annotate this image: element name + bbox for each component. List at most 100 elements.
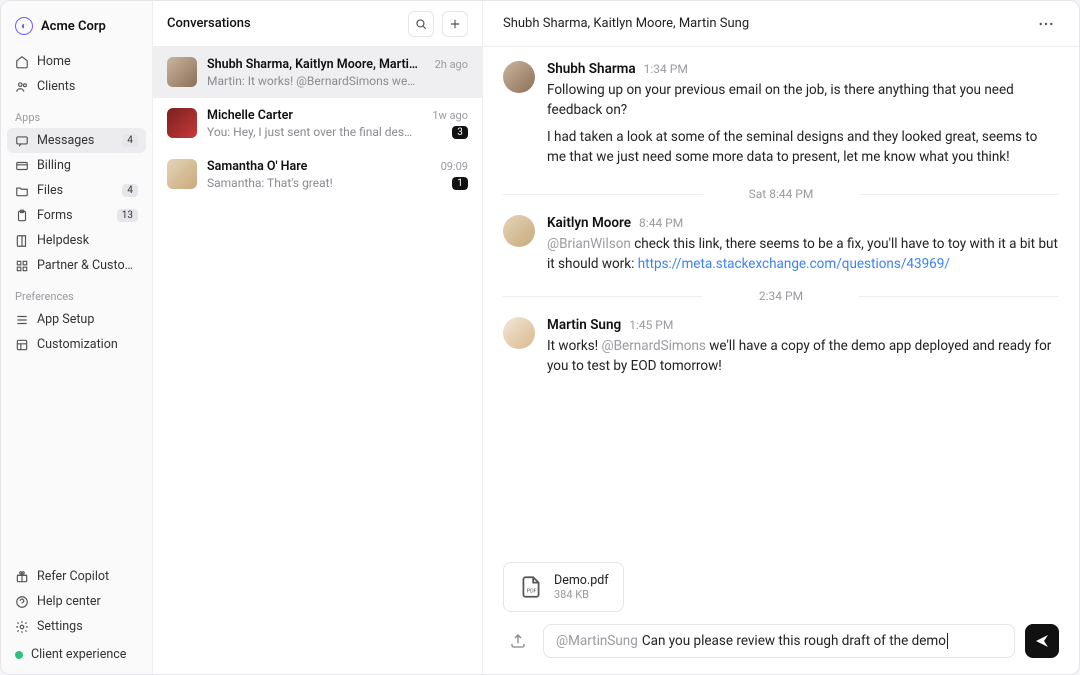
avatar xyxy=(167,159,197,189)
composer: @MartinSung Can you please review this r… xyxy=(503,624,1059,658)
conversation-time: 09:09 xyxy=(441,160,468,173)
clipboard-icon xyxy=(15,209,29,223)
link[interactable]: https://meta.stackexchange.com/questions… xyxy=(638,256,950,272)
conversation-time: 2h ago xyxy=(435,58,468,71)
book-icon xyxy=(15,234,29,248)
sidebar-item-label: Forms xyxy=(37,208,109,223)
status-pill[interactable]: Client experience xyxy=(7,639,146,664)
help-icon xyxy=(15,595,29,609)
chat-header: Shubh Sharma, Kaitlyn Moore, Martin Sung xyxy=(483,1,1079,47)
conversation-item[interactable]: Michelle Carter 1w ago You: Hey, I just … xyxy=(153,98,482,149)
brand[interactable]: ◐ Acme Corp xyxy=(7,11,146,49)
sidebar-item-label: Partner & Custom Apps xyxy=(37,258,138,273)
caret-icon xyxy=(947,633,948,649)
conversation-name: Shubh Sharma, Kaitlyn Moore, Marti… xyxy=(207,57,429,72)
avatar xyxy=(503,215,535,247)
upload-button[interactable] xyxy=(503,626,533,656)
unread-badge: 1 xyxy=(452,177,468,190)
attachment-name: Demo.pdf xyxy=(554,573,609,588)
sidebar-item-label: Refer Copilot xyxy=(37,569,109,584)
avatar xyxy=(503,317,535,349)
brand-logo-icon: ◐ xyxy=(15,17,33,35)
sidebar-item-label: Clients xyxy=(37,79,138,94)
sidebar-item-helpdesk[interactable]: Helpdesk xyxy=(7,228,146,253)
conversation-item[interactable]: Samantha O' Hare 09:09 Samantha: That's … xyxy=(153,149,482,200)
message-time: 1:34 PM xyxy=(644,62,688,76)
sidebar-item-help[interactable]: Help center xyxy=(7,589,146,614)
unread-badge: 3 xyxy=(452,126,468,139)
home-icon xyxy=(15,55,29,69)
avatar xyxy=(167,57,197,87)
mention[interactable]: @BernardSimons xyxy=(602,338,706,354)
message-time: 8:44 PM xyxy=(639,216,683,230)
file-pdf-icon: PDF xyxy=(518,574,544,600)
mention[interactable]: @BrianWilson xyxy=(547,236,631,252)
conversation-item[interactable]: Shubh Sharma, Kaitlyn Moore, Marti… 2h a… xyxy=(153,47,482,98)
gear-icon xyxy=(15,620,29,634)
message: Shubh Sharma 1:34 PM Following up on you… xyxy=(503,61,1059,173)
send-button[interactable] xyxy=(1025,624,1059,658)
message: Martin Sung 1:45 PM It works! @BernardSi… xyxy=(503,317,1059,377)
conversations-column: Conversations Shubh Sharma, Kaitlyn Moor… xyxy=(153,1,483,674)
message-author: Shubh Sharma xyxy=(547,61,636,77)
sidebar-item-label: Settings xyxy=(37,619,83,634)
more-button[interactable] xyxy=(1033,11,1059,37)
section-label-apps: Apps xyxy=(7,99,146,128)
svg-text:PDF: PDF xyxy=(527,588,537,594)
message: Kaitlyn Moore 8:44 PM @BrianWilson check… xyxy=(503,215,1059,275)
sidebar-item-messages[interactable]: Messages 4 xyxy=(7,128,146,153)
time-divider: Sat 8:44 PM xyxy=(503,187,1059,201)
sidebar-item-customization[interactable]: Customization xyxy=(7,332,146,357)
mention: @MartinSung xyxy=(556,633,638,649)
sidebar-item-home[interactable]: Home xyxy=(7,49,146,74)
message-author: Martin Sung xyxy=(547,317,621,333)
sidebar-item-forms[interactable]: Forms 13 xyxy=(7,203,146,228)
sidebar-item-settings[interactable]: Settings xyxy=(7,614,146,639)
chat-body: Shubh Sharma 1:34 PM Following up on you… xyxy=(483,47,1079,562)
attachment-card[interactable]: PDF Demo.pdf 384 KB xyxy=(503,562,624,612)
message-text: It works! @BernardSimons we'll have a co… xyxy=(547,336,1059,377)
send-icon xyxy=(1034,633,1050,649)
layout-icon xyxy=(15,338,29,352)
chat-icon xyxy=(15,134,29,148)
sidebar-item-partner[interactable]: Partner & Custom Apps xyxy=(7,253,146,278)
sidebar-item-files[interactable]: Files 4 xyxy=(7,178,146,203)
gift-icon xyxy=(15,570,29,584)
conversation-preview: Martin: It works! @BernardSimons we… xyxy=(207,74,468,88)
message-input[interactable]: @MartinSung Can you please review this r… xyxy=(543,624,1015,658)
search-button[interactable] xyxy=(408,11,434,37)
sidebar-item-app-setup[interactable]: App Setup xyxy=(7,307,146,332)
input-text: Can you please review this rough draft o… xyxy=(642,633,946,649)
message-time: 1:45 PM xyxy=(629,318,673,332)
brand-name: Acme Corp xyxy=(41,19,106,34)
sidebar-item-label: Helpdesk xyxy=(37,233,138,248)
card-icon xyxy=(15,159,29,173)
conversation-time: 1w ago xyxy=(432,109,468,122)
chat-column: Shubh Sharma, Kaitlyn Moore, Martin Sung… xyxy=(483,1,1079,674)
avatar xyxy=(167,108,197,138)
sidebar-item-billing[interactable]: Billing xyxy=(7,153,146,178)
conversation-list: Shubh Sharma, Kaitlyn Moore, Marti… 2h a… xyxy=(153,47,482,674)
users-icon xyxy=(15,80,29,94)
sidebar-item-label: Files xyxy=(37,183,114,198)
sidebar-item-label: Home xyxy=(37,54,138,69)
conversation-name: Samantha O' Hare xyxy=(207,159,435,174)
sidebar: ◐ Acme Corp Home Clients Apps Messages 4… xyxy=(1,1,153,674)
message-author: Kaitlyn Moore xyxy=(547,215,631,231)
new-conversation-button[interactable] xyxy=(442,11,468,37)
folder-icon xyxy=(15,184,29,198)
section-label-prefs: Preferences xyxy=(7,278,146,307)
chat-title: Shubh Sharma, Kaitlyn Moore, Martin Sung xyxy=(503,16,1033,31)
composer-area: PDF Demo.pdf 384 KB @MartinSung Can you … xyxy=(483,562,1079,674)
status-dot-icon xyxy=(15,651,23,659)
plus-icon xyxy=(448,17,462,31)
app-shell: ◐ Acme Corp Home Clients Apps Messages 4… xyxy=(0,0,1080,675)
sidebar-item-label: Customization xyxy=(37,337,138,352)
message-text: Following up on your previous email on t… xyxy=(547,80,1059,167)
conversation-name: Michelle Carter xyxy=(207,108,426,123)
nav-badge: 4 xyxy=(122,134,138,147)
sidebar-item-clients[interactable]: Clients xyxy=(7,74,146,99)
sliders-icon xyxy=(15,313,29,327)
nav-badge: 4 xyxy=(122,184,138,197)
sidebar-item-refer[interactable]: Refer Copilot xyxy=(7,564,146,589)
